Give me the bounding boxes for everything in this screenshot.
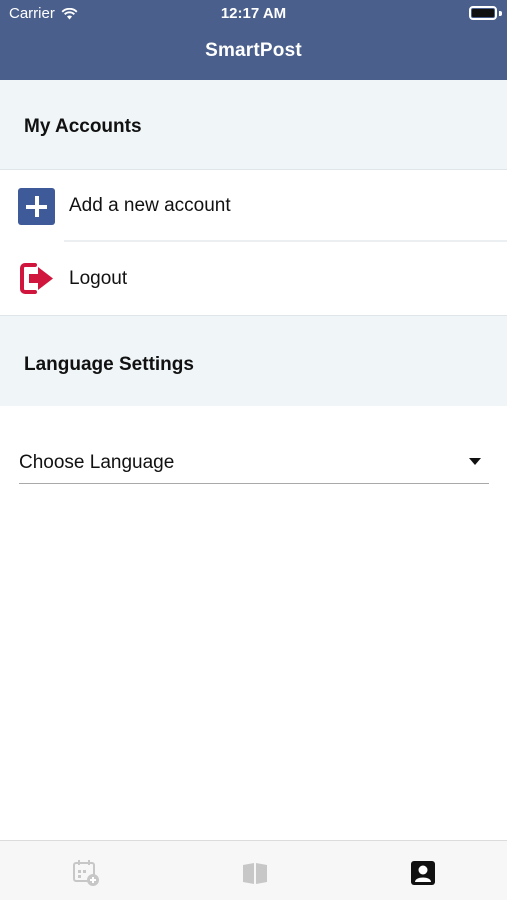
language-select-value: Choose Language [19, 452, 175, 473]
battery-icon [469, 6, 497, 20]
tab-bar [0, 840, 507, 900]
language-settings-title: Language Settings [24, 354, 194, 375]
app-title: SmartPost [205, 40, 302, 61]
battery-tip [499, 11, 502, 16]
logout-row[interactable]: Logout [0, 242, 507, 315]
book-icon[interactable] [241, 859, 269, 887]
add-icon [18, 187, 55, 225]
my-accounts-title: My Accounts [24, 116, 142, 137]
status-bar: Carrier 12:17 AM [0, 0, 507, 28]
navigation-header: Carrier 12:17 AM SmartPost [0, 0, 507, 80]
language-select[interactable]: Choose Language [19, 440, 489, 484]
logout-icon [20, 263, 53, 294]
my-accounts-section-header: My Accounts [0, 80, 507, 170]
calendar-add-icon[interactable] [72, 859, 100, 887]
status-time: 12:17 AM [220, 5, 287, 22]
language-settings-section-header: Language Settings [0, 315, 507, 406]
profile-icon[interactable] [409, 859, 437, 887]
logout-label: Logout [69, 267, 128, 289]
caret-down-icon [469, 458, 481, 465]
add-account-label: Add a new account [69, 195, 231, 216]
add-account-row[interactable]: Add a new account [0, 170, 507, 242]
